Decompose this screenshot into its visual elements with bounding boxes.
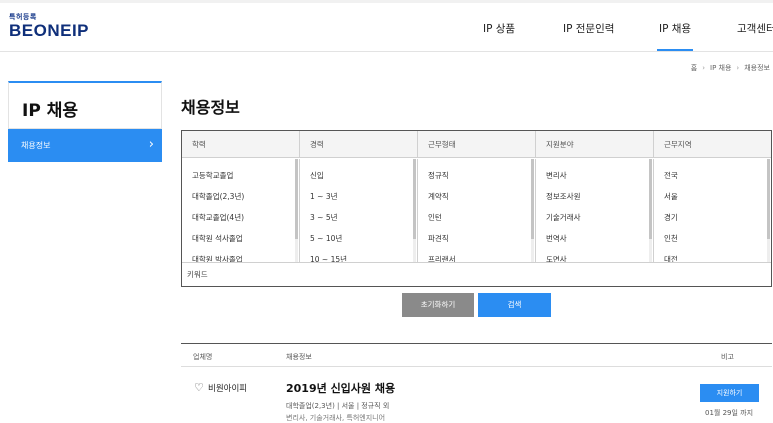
- heart-icon[interactable]: ♡: [194, 381, 204, 394]
- filter-header-education: 학력: [182, 131, 300, 158]
- breadcrumb-current: 채용정보: [744, 64, 770, 72]
- filter-list-education: 고등학교졸업 대학졸업(2,3년) 대학교졸업(4년) 대학원 석사졸업 대학원…: [182, 159, 300, 262]
- filter-option[interactable]: 대학원 박사졸업: [182, 249, 299, 262]
- nav-customer-center[interactable]: 고객센터: [737, 21, 773, 36]
- filter-option[interactable]: 변리사: [536, 165, 653, 186]
- keyword-input[interactable]: 키워드: [182, 262, 771, 286]
- sidebar-header: IP 채용: [8, 81, 162, 129]
- column-note: 비고: [721, 353, 734, 361]
- filter-option[interactable]: 5 ~ 10년: [300, 228, 417, 249]
- reset-button[interactable]: 초기화하기: [402, 293, 474, 317]
- breadcrumb-separator-icon: ›: [736, 64, 740, 72]
- filter-option[interactable]: 정보조사원: [536, 186, 653, 207]
- scrollbar[interactable]: [413, 159, 416, 262]
- filter-header-row: 학력 경력 근무형태 지원분야 근무지역: [182, 131, 771, 158]
- main-nav: IP 상품 IP 전문인력 IP 채용 고객센터: [0, 3, 773, 52]
- site-header: 특허등록 BEONEIP IP 상품 IP 전문인력 IP 채용 고객센터: [0, 3, 773, 52]
- job-meta: 대학졸업(2,3년) | 서울 | 정규직 외: [286, 402, 390, 410]
- breadcrumb-separator-icon: ›: [702, 64, 706, 72]
- filter-options: 고등학교졸업 대학졸업(2,3년) 대학교졸업(4년) 대학원 석사졸업 대학원…: [182, 159, 771, 262]
- filter-list-employment-type: 정규직 계약직 인턴 파견직 프리랜서: [418, 159, 536, 262]
- sidebar-item-label: 채용정보: [21, 141, 51, 150]
- filter-header-field: 지원분야: [536, 131, 654, 158]
- scrollbar-thumb[interactable]: [767, 159, 770, 239]
- filter-option[interactable]: 1 ~ 3년: [300, 186, 417, 207]
- filter-option[interactable]: 번역사: [536, 228, 653, 249]
- filter-option[interactable]: 계약직: [418, 186, 535, 207]
- scrollbar[interactable]: [531, 159, 534, 262]
- filter-header-region: 근무지역: [664, 140, 692, 149]
- column-company: 업체명: [193, 353, 213, 361]
- filter-option[interactable]: 전국: [654, 165, 771, 186]
- scrollbar-thumb[interactable]: [413, 159, 416, 239]
- filter-option[interactable]: 도면사: [536, 249, 653, 262]
- filter-option[interactable]: 서울: [654, 186, 771, 207]
- nav-ip-recruit[interactable]: IP 채용: [656, 21, 694, 51]
- filter-header-experience: 경력: [300, 131, 418, 158]
- chevron-right-icon: ›: [148, 137, 154, 152]
- filter-header-employment-type: 근무형태: [418, 131, 536, 158]
- sidebar-title: IP 채용: [22, 101, 78, 121]
- breadcrumb-ip-recruit[interactable]: IP 채용: [710, 64, 731, 72]
- filter-option[interactable]: 신입: [300, 165, 417, 186]
- filter-list-region: 전국 서울 경기 인천 대전: [654, 159, 771, 262]
- filter-option[interactable]: 대학졸업(2,3년): [182, 186, 299, 207]
- filter-option[interactable]: 경기: [654, 207, 771, 228]
- sidebar-item-recruit-info[interactable]: 채용정보 ›: [8, 129, 162, 162]
- filter-option[interactable]: 파견직: [418, 228, 535, 249]
- filter-option[interactable]: 대학원 석사졸업: [182, 228, 299, 249]
- breadcrumb: 홈 › IP 채용 › 채용정보: [691, 63, 770, 73]
- job-fields: 변리사, 기술거래사, 특허엔지니어: [286, 414, 386, 422]
- column-job-info: 채용정보: [286, 353, 312, 361]
- sidebar: IP 채용 채용정보 ›: [8, 81, 162, 162]
- scrollbar[interactable]: [295, 159, 298, 262]
- job-title[interactable]: 2019년 신입사원 채용: [286, 380, 395, 396]
- filter-option[interactable]: 프리랜서: [418, 249, 535, 262]
- filter-option[interactable]: 기술거래사: [536, 207, 653, 228]
- filter-option[interactable]: 인턴: [418, 207, 535, 228]
- search-button[interactable]: 검색: [478, 293, 551, 317]
- scrollbar[interactable]: [767, 159, 770, 262]
- filter-option[interactable]: 정규직: [418, 165, 535, 186]
- scrollbar-thumb[interactable]: [295, 159, 298, 239]
- filter-option[interactable]: 대학교졸업(4년): [182, 207, 299, 228]
- scrollbar[interactable]: [649, 159, 652, 262]
- filter-list-experience: 신입 1 ~ 3년 3 ~ 5년 5 ~ 10년 10 ~ 15년: [300, 159, 418, 262]
- company-name[interactable]: 비원아이피: [208, 382, 247, 394]
- filter-list-field: 변리사 정보조사원 기술거래사 번역사 도면사: [536, 159, 654, 262]
- table-row: ♡ 비원아이피 2019년 신입사원 채용 대학졸업(2,3년) | 서울 | …: [181, 368, 772, 422]
- nav-ip-products[interactable]: IP 상품: [483, 21, 515, 36]
- breadcrumb-home[interactable]: 홈: [691, 64, 697, 72]
- scrollbar-thumb[interactable]: [649, 159, 652, 239]
- filter-panel: 학력 경력 근무형태 지원분야 근무지역 고등학교졸업 대학졸업(2,3년) 대…: [181, 130, 772, 287]
- nav-ip-experts[interactable]: IP 전문인력: [563, 21, 614, 36]
- filter-option[interactable]: 인천: [654, 228, 771, 249]
- scrollbar-thumb[interactable]: [531, 159, 534, 239]
- filter-option[interactable]: 고등학교졸업: [182, 165, 299, 186]
- filter-option[interactable]: 3 ~ 5년: [300, 207, 417, 228]
- results-header: 업체명 채용정보 비고: [181, 343, 772, 367]
- apply-button[interactable]: 지원하기: [700, 384, 759, 402]
- filter-option[interactable]: 10 ~ 15년: [300, 249, 417, 262]
- filter-option[interactable]: 대전: [654, 249, 771, 262]
- page-title: 채용정보: [181, 98, 240, 117]
